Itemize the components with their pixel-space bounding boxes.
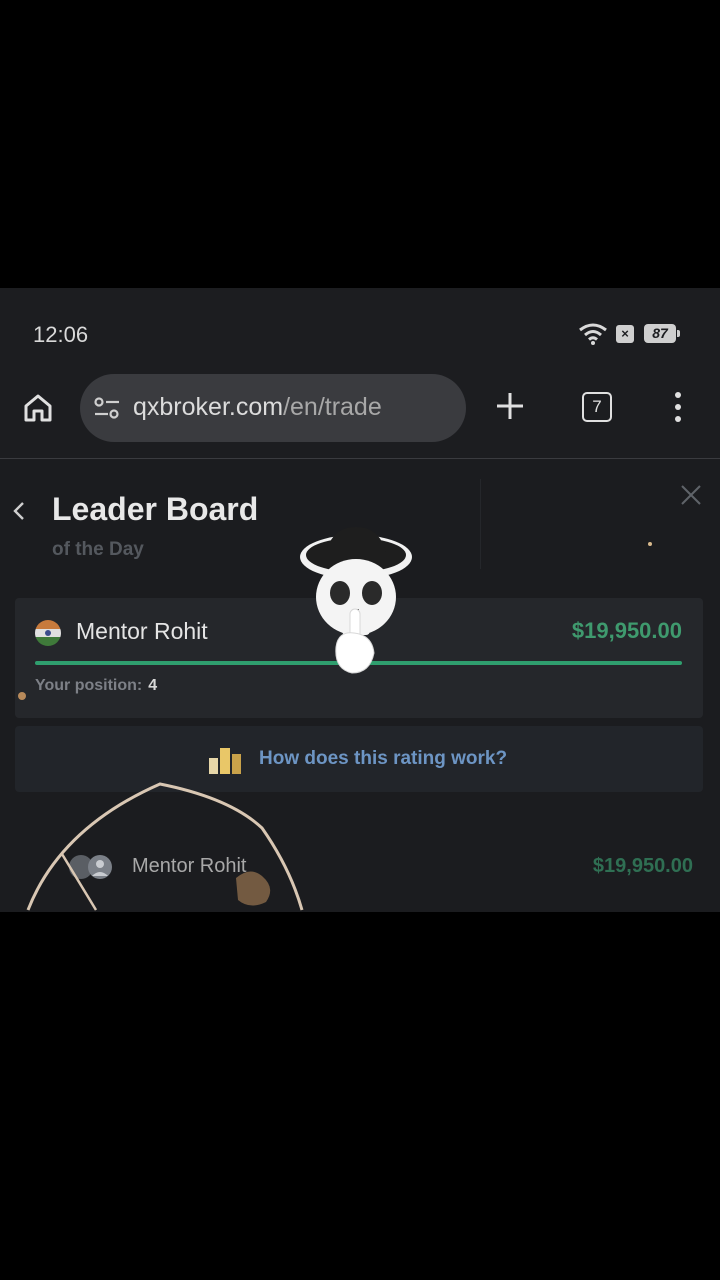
how-rating-works-text[interactable]: How does this rating work? — [259, 748, 507, 770]
browser-toolbar: qxbroker.com/en/trade 7 — [0, 368, 720, 459]
site-settings-icon[interactable] — [93, 396, 121, 420]
india-flag-icon — [35, 620, 61, 646]
status-time: 12:06 — [33, 322, 89, 347]
divider — [480, 479, 481, 569]
new-tab-icon[interactable] — [494, 390, 526, 422]
position-value: 4 — [148, 677, 158, 694]
position-label: Your position: — [35, 677, 143, 694]
url-text[interactable]: qxbroker.com/en/trade — [133, 393, 382, 422]
how-rating-works-link[interactable]: How does this rating work? — [15, 726, 703, 792]
more-menu-icon[interactable] — [668, 390, 688, 424]
position-row: Your position: 4 — [35, 677, 157, 695]
phone-screen: 12:06 × 87 qxbroker.com/en/trade 7 Leade… — [0, 288, 720, 912]
skull-cowboy-sticker — [300, 527, 412, 674]
url-path: /en/trade — [283, 393, 382, 421]
row-amount: $19,950.00 — [592, 855, 693, 877]
battery-icon: 87 — [644, 324, 680, 343]
no-sim-icon: × — [616, 325, 634, 343]
page-subtitle: of the Day — [52, 539, 144, 560]
url-domain: qxbroker.com — [133, 393, 284, 421]
battery-level: 87 — [652, 325, 668, 341]
wifi-icon — [579, 323, 607, 345]
home-icon[interactable] — [22, 392, 54, 424]
tab-switcher-icon[interactable]: 7 — [582, 392, 612, 422]
avatar-icon — [69, 855, 112, 879]
url-bar[interactable]: qxbroker.com/en/trade — [80, 374, 466, 442]
my-amount: $19,950.00 — [571, 618, 682, 643]
my-name: Mentor Rohit — [76, 618, 208, 644]
leaderboard-row[interactable]: Mentor Rohit $19,950.00 — [0, 842, 720, 892]
podium-icon — [209, 748, 241, 774]
close-icon[interactable] — [680, 484, 702, 506]
back-chevron-icon[interactable] — [10, 499, 28, 523]
status-bar: 12:06 × 87 — [0, 288, 720, 378]
tab-count: 7 — [592, 397, 602, 416]
page-title: Leader Board — [52, 491, 259, 527]
row-name: Mentor Rohit — [132, 855, 247, 877]
